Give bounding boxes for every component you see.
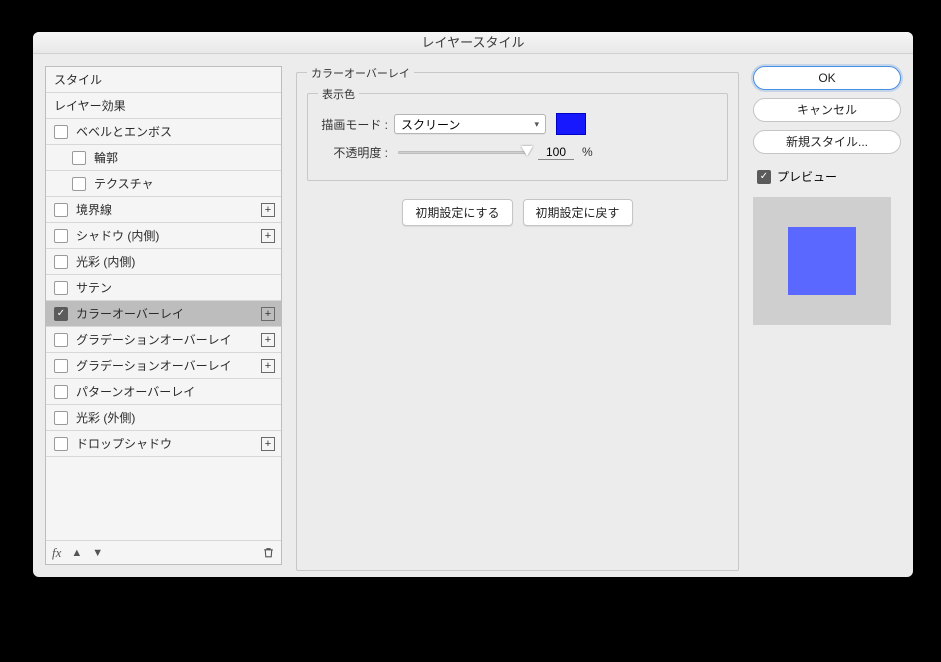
effect-checkbox[interactable] (54, 411, 68, 425)
effect-label: 境界線 (76, 201, 112, 218)
preview-box (753, 197, 891, 325)
dialog-body: スタイル レイヤー効果 ベベルとエンボス輪郭テクスチャ境界線+シャドウ (内側)… (33, 54, 913, 577)
display-color-group: 表示色 描画モード : スクリーン ▾ 不透明度 : (307, 93, 728, 181)
effect-checkbox[interactable] (54, 281, 68, 295)
preview-label: プレビュー (777, 168, 837, 185)
effect-checkbox[interactable] (54, 307, 68, 321)
section-title: 表示色 (318, 86, 359, 102)
reset-default-button[interactable]: 初期設定に戻す (523, 199, 633, 226)
sidebar-header-effects[interactable]: レイヤー効果 (46, 93, 281, 119)
blend-mode-value: スクリーン (401, 116, 460, 133)
effect-row[interactable]: ドロップシャドウ + (46, 431, 281, 457)
slider-thumb-icon[interactable] (521, 146, 533, 156)
layer-style-dialog: レイヤースタイル スタイル レイヤー効果 ベベルとエンボス輪郭テクスチャ境界線 +… (33, 32, 913, 577)
effect-row[interactable]: 光彩 (外側) (46, 405, 281, 431)
chevron-down-icon: ▾ (534, 119, 539, 130)
blend-mode-label: 描画モード : (318, 116, 388, 133)
opacity-row: 不透明度 : % (318, 138, 717, 166)
effect-label: 輪郭 (94, 149, 118, 166)
effect-checkbox[interactable] (54, 203, 68, 217)
trash-icon[interactable] (262, 546, 275, 559)
effect-checkbox[interactable] (72, 177, 86, 191)
cancel-button[interactable]: キャンセル (753, 98, 901, 122)
effect-row[interactable]: グラデーションオーバーレイ + (46, 353, 281, 379)
effect-row[interactable]: ベベルとエンボス (46, 119, 281, 145)
group-title: カラーオーバーレイ (307, 65, 414, 81)
sidebar-footer: fx ▲ ▼ (46, 540, 281, 564)
make-default-button[interactable]: 初期設定にする (402, 199, 512, 226)
add-effect-icon[interactable]: + (261, 333, 275, 347)
effect-label: カラーオーバーレイ (76, 305, 184, 322)
preview-swatch (788, 227, 856, 295)
blend-mode-select[interactable]: スクリーン ▾ (394, 114, 546, 134)
add-effect-icon[interactable]: + (261, 203, 275, 217)
effect-checkbox[interactable] (54, 125, 68, 139)
window-title: レイヤースタイル (33, 32, 913, 54)
sidebar-header-styles[interactable]: スタイル (46, 67, 281, 93)
effects-list: スタイル レイヤー効果 ベベルとエンボス輪郭テクスチャ境界線+シャドウ (内側)… (46, 67, 281, 540)
effect-label: サテン (76, 279, 112, 296)
sidebar-header-label: スタイル (54, 71, 102, 88)
move-up-icon[interactable]: ▲ (71, 547, 82, 559)
preview-toggle-row: プレビュー (753, 168, 901, 185)
effect-label: グラデーションオーバーレイ (76, 357, 232, 374)
effect-label: 光彩 (外側) (76, 409, 135, 426)
opacity-slider[interactable] (398, 151, 528, 154)
add-effect-icon[interactable]: + (261, 359, 275, 373)
opacity-input[interactable] (538, 145, 574, 160)
new-style-button[interactable]: 新規スタイル... (753, 130, 901, 154)
overlay-color-swatch[interactable] (556, 113, 586, 135)
effect-row[interactable]: シャドウ (内側) + (46, 223, 281, 249)
preview-checkbox[interactable] (757, 170, 771, 184)
color-overlay-group: カラーオーバーレイ 表示色 描画モード : スクリーン ▾ 不透明度 : (296, 72, 739, 571)
effect-row[interactable]: カラーオーバーレイ + (46, 301, 281, 327)
add-effect-icon[interactable]: + (261, 437, 275, 451)
effect-label: ドロップシャドウ (76, 435, 172, 452)
effect-checkbox[interactable] (54, 255, 68, 269)
add-effect-icon[interactable]: + (261, 307, 275, 321)
effect-row[interactable]: 輪郭 (46, 145, 281, 171)
settings-panel: カラーオーバーレイ 表示色 描画モード : スクリーン ▾ 不透明度 : (296, 66, 739, 565)
effect-checkbox[interactable] (72, 151, 86, 165)
add-effect-icon[interactable]: + (261, 229, 275, 243)
opacity-label: 不透明度 : (318, 144, 388, 161)
effect-label: テクスチャ (94, 175, 154, 192)
effect-row[interactable]: 光彩 (内側) (46, 249, 281, 275)
effect-label: パターンオーバーレイ (76, 383, 195, 400)
effect-checkbox[interactable] (54, 437, 68, 451)
effect-row[interactable]: グラデーションオーバーレイ + (46, 327, 281, 353)
effect-label: ベベルとエンボス (76, 123, 172, 140)
opacity-unit: % (582, 145, 593, 159)
move-down-icon[interactable]: ▼ (92, 547, 103, 559)
default-buttons: 初期設定にする 初期設定に戻す (307, 199, 728, 226)
effects-sidebar: スタイル レイヤー効果 ベベルとエンボス輪郭テクスチャ境界線+シャドウ (内側)… (45, 66, 282, 565)
effect-checkbox[interactable] (54, 359, 68, 373)
effect-checkbox[interactable] (54, 333, 68, 347)
effect-label: 光彩 (内側) (76, 253, 135, 270)
blend-mode-row: 描画モード : スクリーン ▾ (318, 110, 717, 138)
ok-button[interactable]: OK (753, 66, 901, 90)
effect-checkbox[interactable] (54, 229, 68, 243)
action-panel: OK キャンセル 新規スタイル... プレビュー (753, 66, 901, 565)
effect-row[interactable]: サテン (46, 275, 281, 301)
effect-row[interactable]: パターンオーバーレイ (46, 379, 281, 405)
effect-label: シャドウ (内側) (76, 227, 159, 244)
sidebar-header-label: レイヤー効果 (54, 97, 126, 114)
effect-row[interactable]: 境界線 + (46, 197, 281, 223)
fx-icon[interactable]: fx (52, 545, 61, 561)
effect-checkbox[interactable] (54, 385, 68, 399)
effect-row[interactable]: テクスチャ (46, 171, 281, 197)
effect-label: グラデーションオーバーレイ (76, 331, 232, 348)
